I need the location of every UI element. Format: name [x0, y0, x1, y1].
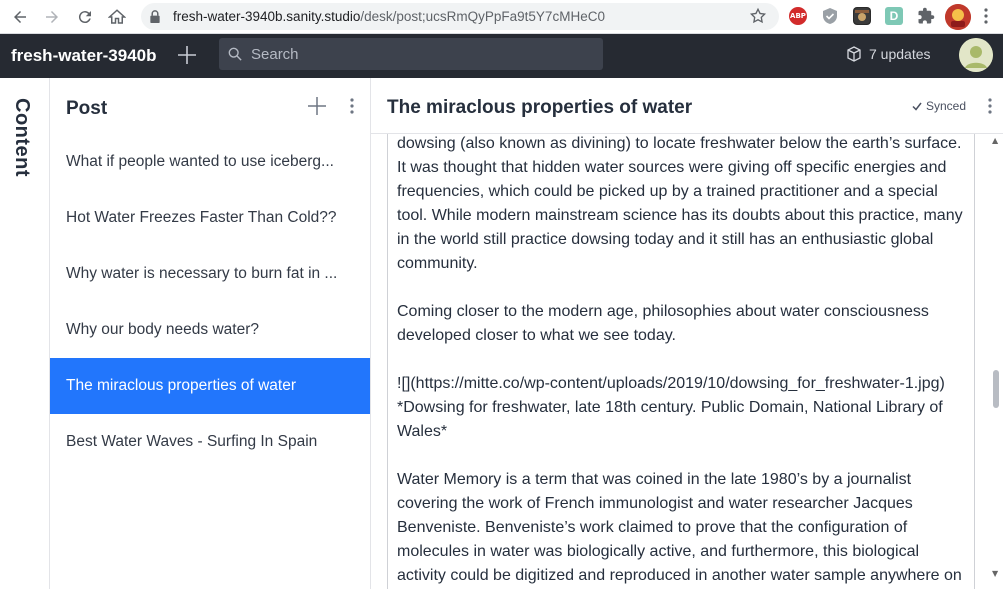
add-document-plus-icon[interactable]	[307, 96, 327, 116]
list-item[interactable]: What if people wanted to use iceberg...	[50, 134, 370, 190]
d-extension-icon[interactable]: D	[885, 7, 903, 25]
scroll-down-icon[interactable]: ▼	[992, 569, 998, 578]
sync-status-label: Synced	[926, 99, 967, 113]
browser-menu-icon[interactable]	[983, 7, 989, 25]
document-editor-pane: The miraclous properties of water Synced…	[371, 78, 1003, 589]
tool-switcher: Content	[0, 78, 50, 589]
list-item-label: Best Water Waves - Surfing In Spain	[66, 433, 318, 450]
adblock-extension-icon[interactable]: ABP	[789, 7, 807, 25]
create-new-plus-icon[interactable]	[175, 43, 199, 67]
search-box[interactable]	[219, 38, 603, 70]
list-item-label: The miraclous properties of water	[66, 377, 297, 394]
bookmark-star-icon[interactable]	[749, 7, 767, 25]
check-icon	[912, 102, 922, 111]
list-item-label: Why water is necessary to burn fat in ..…	[66, 265, 338, 282]
camera-extension-icon[interactable]	[853, 7, 871, 25]
body-text[interactable]: dowsing (also known as divining) to loca…	[397, 134, 969, 588]
list-item-selected[interactable]: The miraclous properties of water	[50, 358, 370, 414]
scroll-thumb[interactable]	[993, 370, 999, 408]
document-title: The miraclous properties of water	[387, 97, 693, 118]
editor-scrollbar[interactable]: ▲ ▼	[990, 134, 1002, 589]
back-icon[interactable]	[8, 5, 32, 29]
reload-icon[interactable]	[73, 5, 97, 29]
extensions-puzzle-icon[interactable]	[917, 7, 935, 25]
list-item-label: Hot Water Freezes Faster Than Cold??	[66, 209, 337, 226]
list-item-label: What if people wanted to use iceberg...	[66, 153, 334, 170]
user-avatar[interactable]	[959, 38, 993, 72]
search-icon	[228, 47, 242, 61]
pane-title: Post	[66, 98, 108, 119]
updates-button[interactable]: 7 updates	[846, 46, 931, 62]
list-item[interactable]: Why our body needs water?	[50, 302, 370, 358]
address-bar[interactable]: fresh-water-3940b.sanity.studio/desk/pos…	[141, 3, 779, 30]
list-item[interactable]: Hot Water Freezes Faster Than Cold??	[50, 190, 370, 246]
package-icon	[847, 46, 861, 62]
list-item[interactable]: Why water is necessary to burn fat in ..…	[50, 246, 370, 302]
browser-toolbar: fresh-water-3940b.sanity.studio/desk/pos…	[0, 0, 1003, 34]
project-name[interactable]: fresh-water-3940b	[11, 46, 157, 66]
url-text: fresh-water-3940b.sanity.studio/desk/pos…	[173, 9, 605, 24]
pane-menu-icon[interactable]	[347, 96, 357, 116]
home-icon[interactable]	[105, 5, 129, 29]
post-list-pane: Post What if people wanted to use iceber…	[50, 78, 371, 589]
tool-content-label[interactable]: Content	[10, 98, 33, 177]
body-textarea[interactable]: dowsing (also known as divining) to loca…	[387, 134, 975, 589]
list-item-label: Why our body needs water?	[66, 321, 259, 338]
list-item[interactable]: Best Water Waves - Surfing In Spain	[50, 414, 370, 470]
scroll-up-icon[interactable]: ▲	[992, 136, 998, 145]
search-input[interactable]	[251, 38, 591, 70]
lock-icon	[150, 10, 160, 23]
forward-icon[interactable]	[40, 5, 64, 29]
url-path: /desk/post;ucsRmQyPpFa9t5Y7cMHeC0	[360, 9, 605, 24]
studio-navbar: fresh-water-3940b 7 updates	[0, 34, 1003, 78]
editor-header: The miraclous properties of water Synced	[371, 78, 1003, 134]
document-menu-icon[interactable]	[985, 96, 995, 116]
updates-label: 7 updates	[869, 46, 931, 62]
shield-extension-icon[interactable]	[821, 7, 839, 25]
sync-status: Synced	[912, 99, 966, 113]
profile-avatar-icon[interactable]	[945, 4, 971, 30]
url-host: fresh-water-3940b.sanity.studio	[173, 9, 361, 24]
